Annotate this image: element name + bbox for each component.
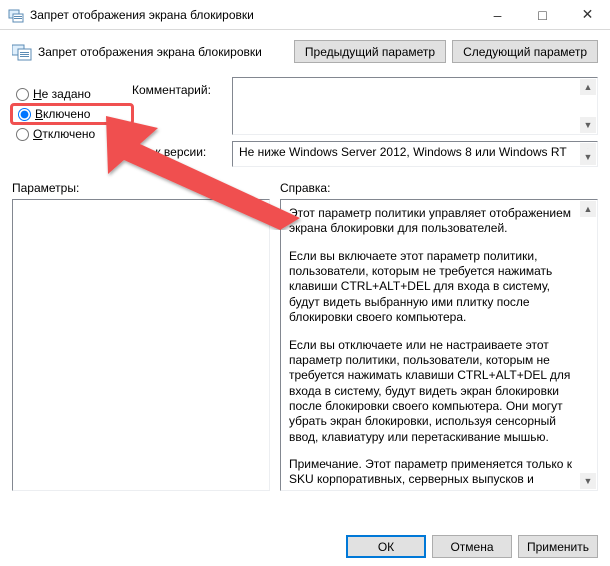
policy-title: Запрет отображения экрана блокировки bbox=[38, 45, 288, 59]
minimize-button[interactable]: – bbox=[475, 0, 520, 30]
radio-disabled-label: Отключено bbox=[33, 127, 95, 141]
comment-textbox[interactable]: ▲ ▼ bbox=[232, 77, 598, 135]
parameters-box bbox=[12, 199, 270, 491]
ok-button[interactable]: ОК bbox=[346, 535, 426, 558]
scroll-down-icon[interactable]: ▼ bbox=[580, 149, 596, 165]
radio-disabled-input[interactable] bbox=[16, 128, 29, 141]
apply-button[interactable]: Применить bbox=[518, 535, 598, 558]
policy-icon bbox=[12, 43, 32, 61]
previous-setting-button[interactable]: Предыдущий параметр bbox=[294, 40, 446, 63]
policy-window-icon bbox=[8, 7, 24, 23]
radio-not-configured-label: Не задано bbox=[33, 87, 91, 101]
help-paragraph: Если вы включаете этот параметр политики… bbox=[289, 249, 577, 326]
scroll-up-icon[interactable]: ▲ bbox=[580, 79, 596, 95]
radio-not-configured-input[interactable] bbox=[16, 88, 29, 101]
scroll-down-icon[interactable]: ▼ bbox=[580, 117, 596, 133]
radio-enabled-label: Включено bbox=[35, 107, 90, 121]
help-label: Справка: bbox=[280, 181, 598, 195]
help-paragraph: Примечание. Этот параметр применяется то… bbox=[289, 457, 577, 491]
radio-disabled[interactable]: Отключено bbox=[14, 123, 132, 145]
comment-label: Комментарий: bbox=[132, 77, 232, 97]
scroll-down-icon[interactable]: ▼ bbox=[580, 473, 596, 489]
maximize-button[interactable]: □ bbox=[520, 0, 565, 30]
titlebar: Запрет отображения экрана блокировки – □… bbox=[0, 0, 610, 30]
window-title: Запрет отображения экрана блокировки bbox=[30, 8, 475, 22]
help-box: Этот параметр политики управляет отображ… bbox=[280, 199, 598, 491]
next-setting-button[interactable]: Следующий параметр bbox=[452, 40, 598, 63]
dialog-buttons: ОК Отмена Применить bbox=[346, 535, 598, 558]
supported-on-value: Не ниже Windows Server 2012, Windows 8 и… bbox=[239, 145, 567, 159]
scroll-up-icon[interactable]: ▲ bbox=[580, 201, 596, 217]
help-paragraph: Если вы отключаете или не настраиваете э… bbox=[289, 338, 577, 446]
radio-enabled[interactable]: Включено bbox=[10, 103, 134, 125]
radio-enabled-input[interactable] bbox=[18, 108, 31, 121]
parameters-label: Параметры: bbox=[12, 181, 280, 195]
state-radio-group: Не задано Включено Отключено bbox=[14, 77, 132, 167]
supported-on-label: Тре к версии: bbox=[132, 97, 232, 159]
header-row: Запрет отображения экрана блокировки Пре… bbox=[0, 30, 610, 77]
cancel-button[interactable]: Отмена bbox=[432, 535, 512, 558]
close-button[interactable]: ✕ bbox=[565, 0, 610, 30]
radio-not-configured[interactable]: Не задано bbox=[14, 83, 132, 105]
supported-on-textbox: Не ниже Windows Server 2012, Windows 8 и… bbox=[232, 141, 598, 167]
help-paragraph: Этот параметр политики управляет отображ… bbox=[289, 206, 577, 237]
